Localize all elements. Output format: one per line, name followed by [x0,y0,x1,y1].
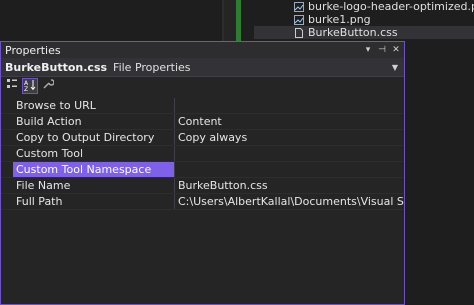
property-grid: Browse to URL Build Action Content Copy to … [1,98,404,210]
property-row[interactable]: File Name BurkeButton.css [1,178,404,194]
property-name[interactable]: Custom Tool [13,146,175,161]
property-row[interactable]: Build Action Content [1,114,404,130]
property-row[interactable]: Custom Tool [1,146,404,162]
close-icon[interactable]: ✕ [390,43,402,57]
property-value[interactable]: Copy always [175,130,404,145]
property-row[interactable]: Copy to Output Directory Copy always [1,130,404,146]
categorized-icon[interactable] [4,78,20,94]
row-gutter [1,146,13,161]
property-name[interactable]: Browse to URL [13,98,175,113]
property-name[interactable]: Full Path [13,194,175,209]
row-gutter [1,130,13,145]
property-name[interactable]: Copy to Output Directory [13,130,175,145]
property-name[interactable]: Build Action [13,114,175,129]
solution-item-label: burke1.png [308,13,371,26]
property-name[interactable]: File Name [13,178,175,193]
property-row[interactable]: Browse to URL [1,98,404,114]
property-value[interactable]: Content [175,114,404,129]
property-value[interactable] [175,146,404,161]
properties-title: Properties [5,43,61,57]
property-name[interactable]: Custom Tool Namespace [13,162,175,177]
row-gutter [1,162,13,177]
property-pages-wrench-icon[interactable] [40,78,56,94]
row-gutter [1,178,13,193]
property-value[interactable] [175,98,404,113]
properties-toolbar: AZ [1,77,404,95]
solution-item[interactable]: burke1.png [254,13,474,26]
property-row[interactable]: Custom Tool Namespace [1,162,404,178]
object-name: BurkeButton.css [5,60,108,74]
property-row[interactable]: Full Path C:\Users\AlbertKallal\Documents… [1,194,404,210]
row-gutter [1,194,13,209]
window-menu-button[interactable]: ▾ [362,43,374,57]
properties-window: Properties ▾ ⊣ ✕ BurkeButton.css File Pr… [0,41,405,305]
change-indicator-bar [236,0,241,44]
property-value[interactable]: BurkeButton.css [175,178,404,193]
property-value[interactable]: C:\Users\AlbertKallal\Documents\Visual S… [175,194,404,209]
alphabetical-sort-icon[interactable]: AZ [22,78,38,94]
row-gutter [1,98,13,113]
object-type: File Properties [113,60,191,74]
object-selector[interactable]: BurkeButton.css File Properties ▼ [1,58,404,77]
solution-item-label: burke-logo-header-optimized.png [308,0,474,13]
editor-background-right [404,0,474,305]
css-file-icon [294,27,304,38]
image-file-icon [294,1,304,12]
property-value[interactable] [175,162,404,177]
solution-item-label: BurkeButton.css [308,26,398,39]
chevron-down-icon[interactable]: ▼ [390,63,400,72]
svg-text:Z: Z [24,86,28,91]
solution-item-selected[interactable]: BurkeButton.css [254,26,474,39]
solution-item[interactable]: burke-logo-header-optimized.png [254,0,474,13]
solution-explorer-items: burke-logo-header-optimized.png burke1.p… [254,0,474,39]
pin-icon[interactable]: ⊣ [376,43,388,57]
image-file-icon [294,14,304,25]
properties-title-bar[interactable]: Properties ▾ ⊣ ✕ [1,42,404,58]
row-gutter [1,114,13,129]
